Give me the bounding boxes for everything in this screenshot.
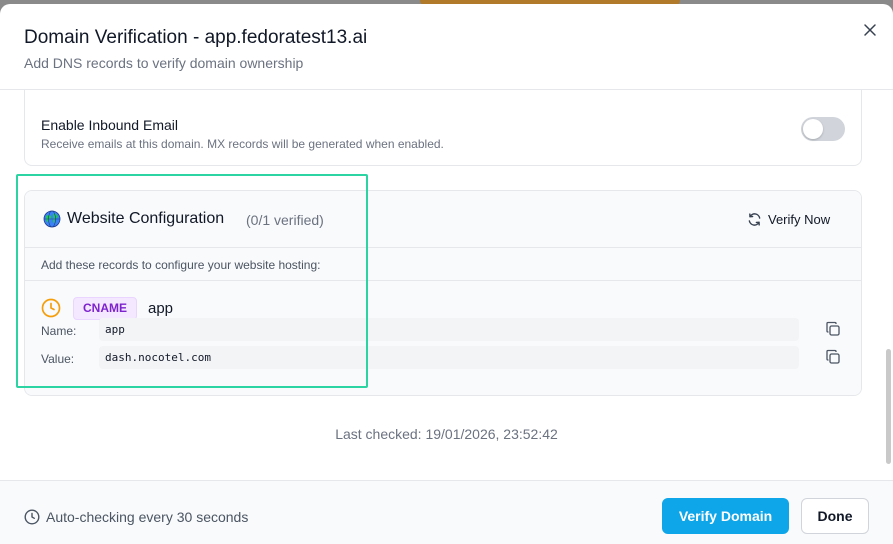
verify-now-label: Verify Now <box>768 211 831 227</box>
dialog-subtitle: Add DNS records to verify domain ownersh… <box>24 55 304 71</box>
inbound-email-toggle[interactable] <box>801 117 845 141</box>
verify-domain-button[interactable]: Verify Domain <box>662 498 789 534</box>
record-host: app <box>148 300 174 317</box>
domain-verification-dialog: Domain Verification - app.fedoratest13.a… <box>0 4 893 544</box>
inbound-email-card: Enable Inbound Email Receive emails at t… <box>24 90 862 166</box>
last-checked: Last checked: 19/01/2026, 23:52:42 <box>335 426 558 442</box>
auto-checking-label: Auto-checking every 30 seconds <box>46 509 249 525</box>
website-configuration-card: Website Configuration (0/1 verified) Ver… <box>24 190 862 396</box>
close-icon[interactable] <box>860 20 880 40</box>
globe-icon <box>43 210 61 228</box>
refresh-icon <box>748 212 761 226</box>
website-hint: Add these records to configure your webs… <box>41 258 321 272</box>
name-value: app <box>99 318 799 341</box>
verify-now-button[interactable]: Verify Now <box>739 206 838 232</box>
clock-icon <box>24 509 40 525</box>
verified-count: (0/1 verified) <box>246 212 324 228</box>
dialog-title: Domain Verification - app.fedoratest13.a… <box>24 27 368 48</box>
website-hint-row: Add these records to configure your webs… <box>25 248 861 281</box>
record-type-badge: CNAME <box>73 297 137 320</box>
value-label: Value: <box>41 352 75 366</box>
clock-icon <box>41 298 61 318</box>
done-button[interactable]: Done <box>801 498 869 534</box>
toggle-knob <box>803 119 823 139</box>
dns-record: CNAME app Name: app Value: dash.nocotel.… <box>25 281 861 395</box>
inbound-email-title: Enable Inbound Email <box>41 117 178 133</box>
scrollbar[interactable] <box>886 349 891 464</box>
website-configuration-header: Website Configuration (0/1 verified) Ver… <box>25 191 861 248</box>
name-label: Name: <box>41 324 77 338</box>
dialog-body: Enable Inbound Email Receive emails at t… <box>0 90 893 480</box>
auto-checking-status: Auto-checking every 30 seconds <box>24 509 248 525</box>
dialog-footer: Auto-checking every 30 seconds Verify Do… <box>0 480 893 544</box>
dialog-header: Domain Verification - app.fedoratest13.a… <box>0 4 893 90</box>
website-configuration-title: Website Configuration <box>67 210 225 227</box>
inbound-email-description: Receive emails at this domain. MX record… <box>41 137 444 151</box>
copy-name-icon[interactable] <box>825 321 841 337</box>
value-value: dash.nocotel.com <box>99 346 799 369</box>
copy-value-icon[interactable] <box>825 349 841 365</box>
